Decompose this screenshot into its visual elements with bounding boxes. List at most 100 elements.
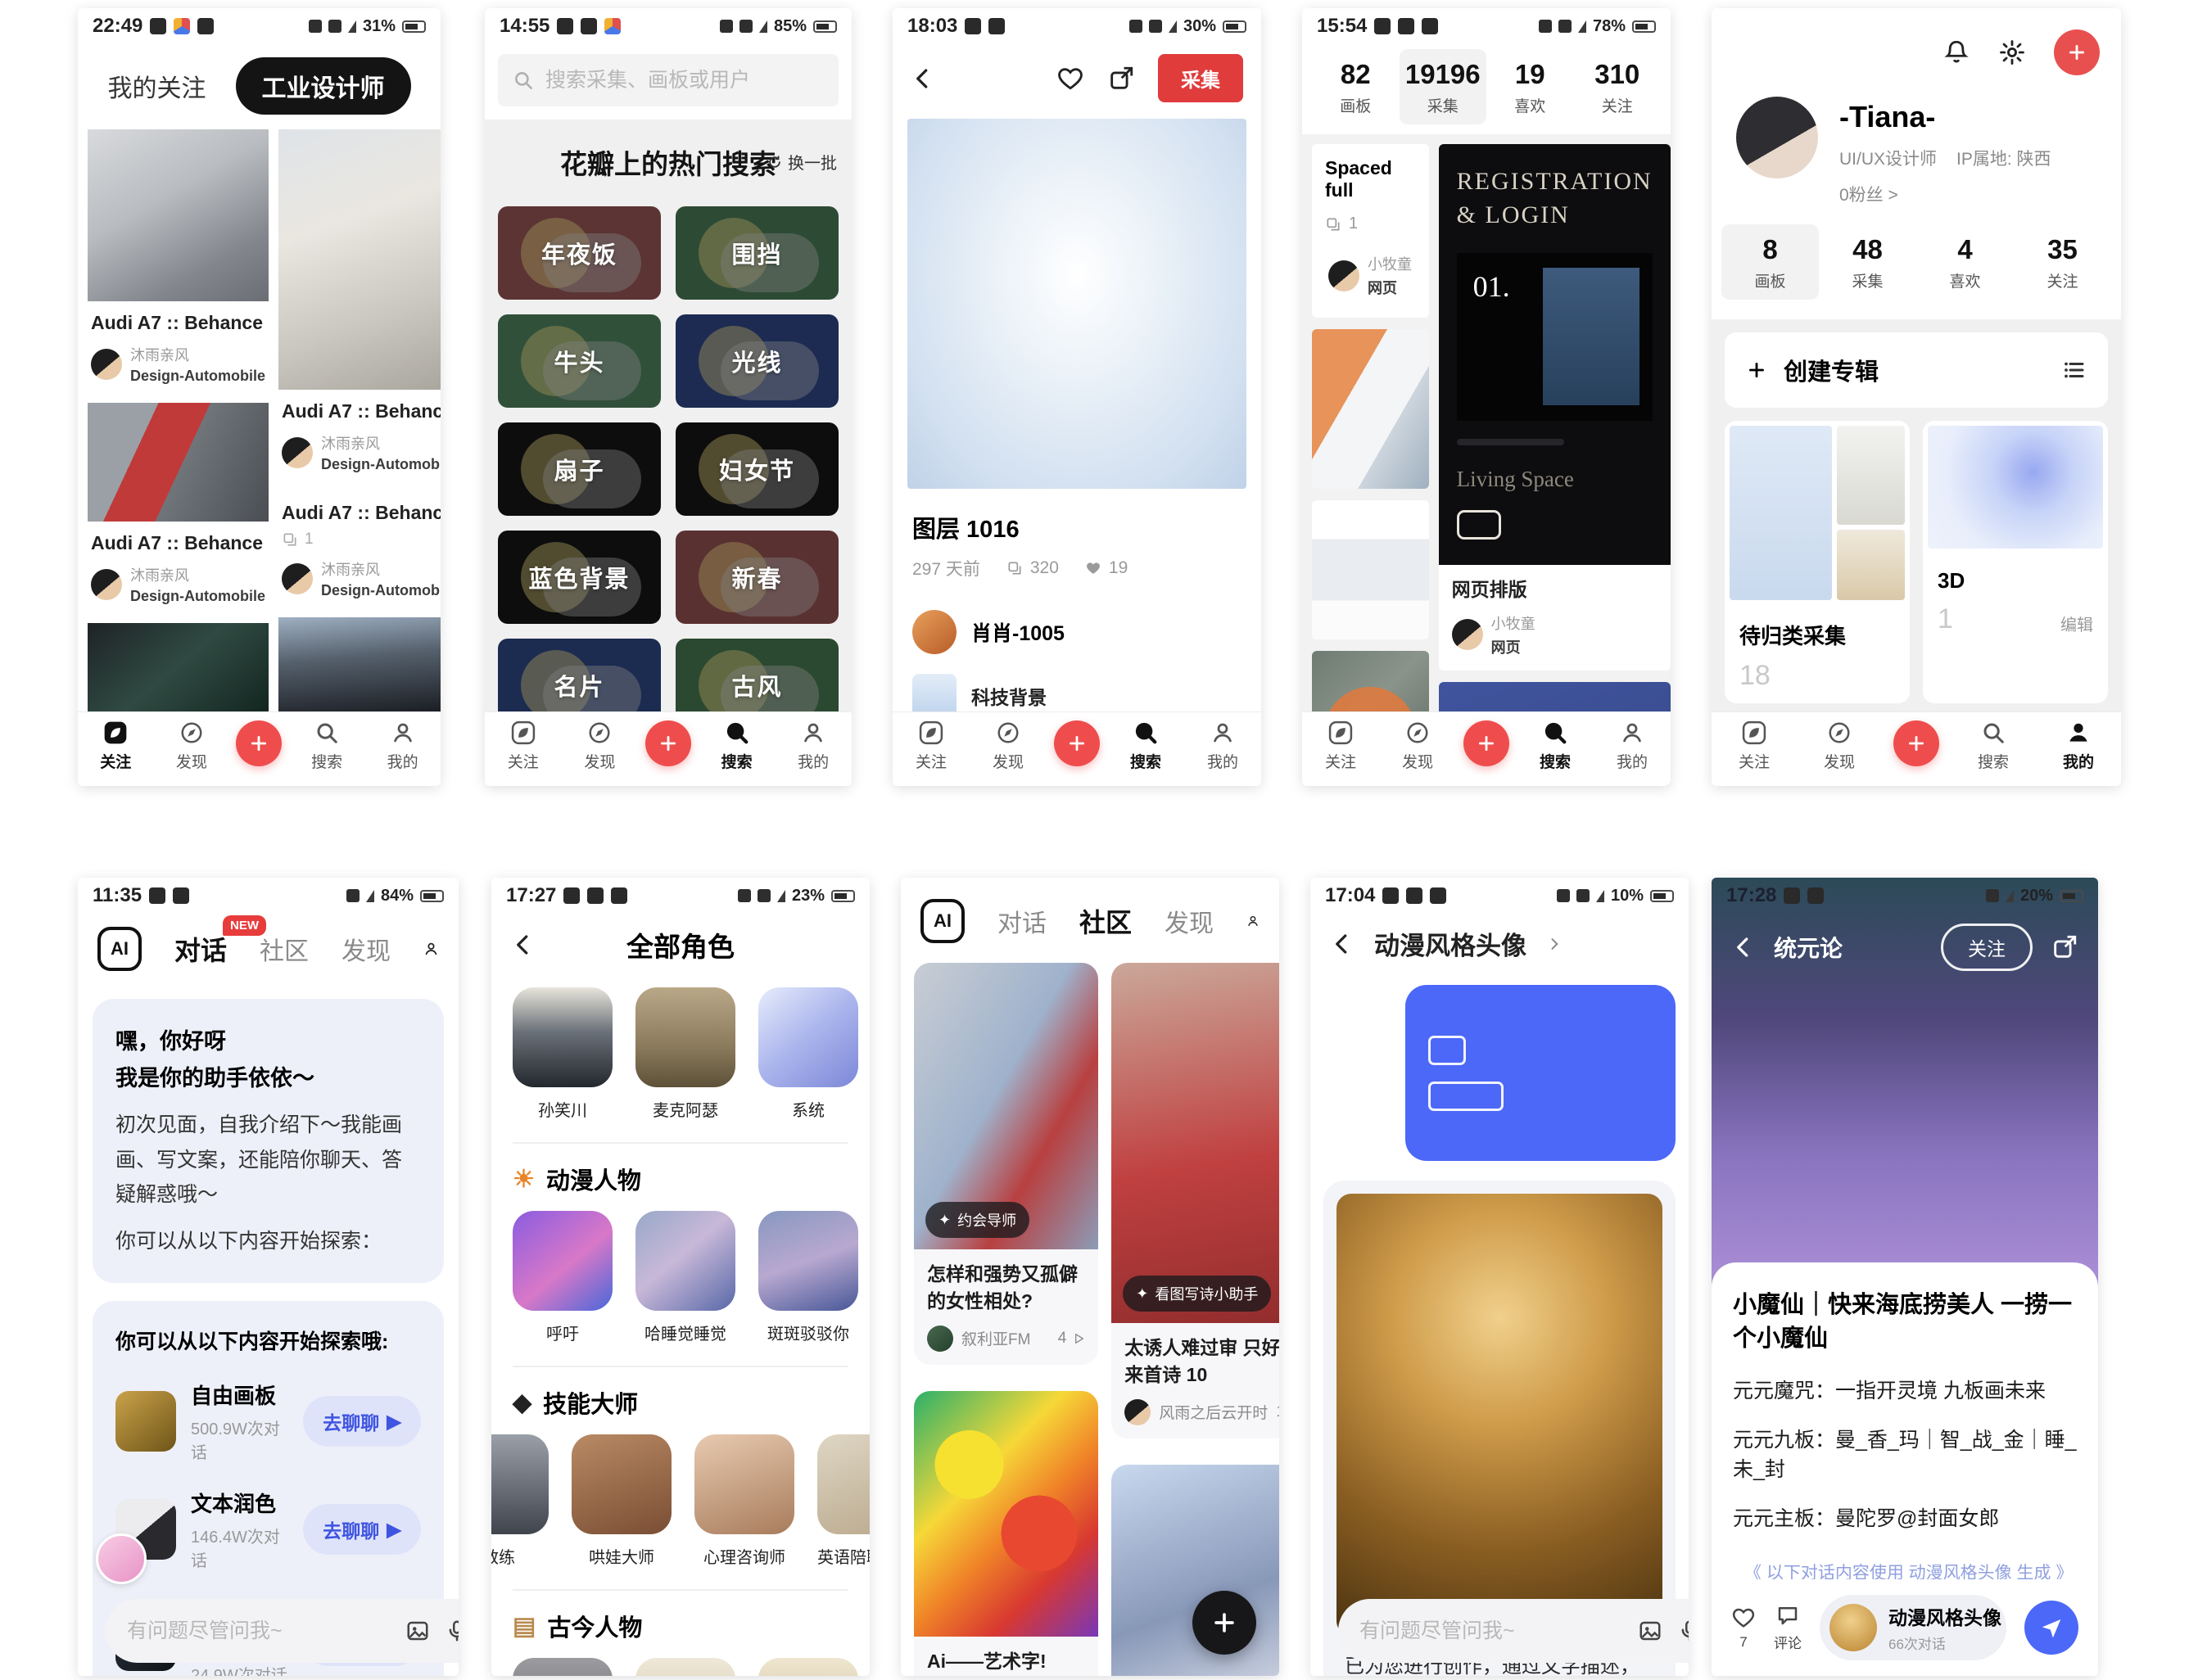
nav-follow[interactable]: 关注 [1723,720,1785,772]
message-input[interactable] [1359,1619,1623,1643]
role-item[interactable]: 斑斑驳驳你 [758,1211,858,1344]
stat-follows[interactable]: 310关注 [1574,49,1662,124]
nav-search[interactable]: 搜索 [1524,720,1586,772]
nav-mine[interactable]: 我的 [782,720,844,772]
board-name[interactable]: Design-Automobile [321,582,441,599]
new-post-button[interactable] [1192,1591,1256,1655]
role-item[interactable]: 麦克阿瑟 [635,987,735,1121]
like-action[interactable]: 7 [1731,1605,1756,1651]
avatar[interactable] [1736,97,1818,178]
nav-search[interactable]: 搜索 [706,720,768,772]
collect-count[interactable]: 1 [278,527,441,552]
heart-icon[interactable] [1056,65,1084,93]
hot-tile[interactable]: 牛头 [498,314,661,408]
person-icon[interactable] [1246,907,1260,935]
avatar[interactable] [927,1325,953,1352]
hot-tile[interactable]: 围挡 [676,206,839,300]
nav-follow[interactable]: 关注 [1309,720,1372,772]
stat-likes[interactable]: 19喜欢 [1486,49,1574,124]
image-icon[interactable] [405,1619,430,1643]
nav-follow[interactable]: 关注 [900,720,962,772]
album-card[interactable]: 待归类采集 18 [1725,421,1910,703]
avatar[interactable] [912,610,957,654]
back-icon[interactable] [911,66,935,91]
suggestion-item[interactable]: 自由画板500.9W次对话 去聊聊▶ [115,1380,421,1463]
nav-discover[interactable]: 发现 [161,720,223,772]
go-chat-button[interactable]: 去聊聊▶ [303,1396,421,1447]
pin-card[interactable]: Audi A7 :: Behance 1 沐雨亲风Design-Automobi… [278,491,441,606]
pin-card[interactable]: Spaced full 1 小牧童网页 [1312,144,1429,318]
person-icon[interactable] [423,935,439,963]
tab-chat[interactable]: 对话 [997,903,1047,939]
author-name[interactable]: 小牧童 [1368,253,1412,274]
chat-title[interactable]: 动漫风格头像 [1374,925,1526,962]
pin-card[interactable] [1312,329,1429,489]
comment-action[interactable]: 评论 [1774,1603,1802,1652]
stat-pins[interactable]: 19196采集 [1400,49,1487,124]
search-bar[interactable] [498,54,839,106]
back-icon[interactable] [1731,935,1756,960]
refresh-batch-button[interactable]: 换一批 [767,150,837,174]
suggestion-item[interactable]: 文本润色146.4W次对话 去聊聊▶ [115,1488,421,1571]
avatar[interactable] [91,349,122,380]
pin-image[interactable] [1312,329,1429,489]
pin-card[interactable]: Audi A7 :: Behance 沐雨亲风Design-Automobile [88,403,269,612]
post-card[interactable]: Ai——艺术字! 花言一语1619 [914,1391,1098,1676]
role-item[interactable]: 哄娃大师 [572,1434,672,1568]
stat-likes[interactable]: 4喜欢 [1916,224,2014,300]
hot-tile[interactable]: 蓝色背景 [498,531,661,624]
nav-search[interactable]: 搜索 [1115,720,1177,772]
role-item[interactable]: 心理咨询师 [694,1434,794,1568]
hot-tile[interactable]: 新春 [676,531,839,624]
post-author[interactable]: 叙利亚FM [961,1327,1030,1349]
avatar[interactable] [1328,260,1359,291]
stat-pins[interactable]: 48采集 [1819,224,1916,300]
share-icon[interactable] [2051,933,2078,961]
share-icon[interactable] [1107,65,1135,93]
author-name[interactable]: 沐雨亲风 [321,558,441,580]
role-item[interactable]: 百科苏轼 [758,1658,858,1676]
profile-fans[interactable]: 0粉丝 > [1839,182,2051,206]
ai-logo-icon[interactable]: AI [920,899,965,943]
role-item[interactable]: 呼吁 [513,1211,613,1344]
ai-logo-icon[interactable]: AI [97,927,142,971]
pin-image[interactable] [907,119,1246,489]
avatar[interactable] [282,563,313,594]
role-item[interactable]: 英语陪聊Hanna [817,1434,870,1568]
pin-image[interactable]: REGISTRATION & LOGIN 01. Living Space [1439,144,1671,565]
nav-mine[interactable]: 我的 [2047,720,2110,772]
board-name[interactable]: Design-Automobile [321,456,441,473]
assistant-sticker-avatar[interactable] [96,1533,147,1584]
board-name[interactable]: 网页 [1491,636,1535,657]
create-album-button[interactable]: 创建专辑 [1725,332,2108,408]
board-name[interactable]: 网页 [1368,277,1412,298]
generated-image[interactable] [1336,1194,1662,1636]
stat-boards[interactable]: 82画板 [1312,49,1400,124]
nav-mine[interactable]: 我的 [372,720,434,772]
image-icon[interactable] [1638,1619,1662,1643]
nav-discover[interactable]: 发现 [1386,720,1449,772]
hot-tile[interactable]: 妇女节 [676,422,839,516]
board-name[interactable]: Design-Automobile [130,368,265,385]
nav-discover[interactable]: 发现 [568,720,631,772]
role-item[interactable]: 百科鲁迅 [635,1658,735,1676]
tab-community[interactable]: 社区 [1079,902,1132,940]
pin-author-row[interactable]: 肖肖-1005 [893,582,1261,657]
role-badge[interactable]: ✦看图写诗小助手 [1123,1276,1271,1312]
album-card[interactable]: 3D 1编辑 [1923,421,2108,703]
message-input[interactable] [127,1619,391,1643]
list-view-icon[interactable] [2062,358,2087,382]
author-name[interactable]: 沐雨亲风 [130,564,265,585]
mic-icon[interactable] [1677,1619,1689,1643]
role-item[interactable]: 孙笑川 [513,987,613,1121]
post-image[interactable] [1111,1465,1279,1676]
author-name[interactable]: 沐雨亲风 [321,432,441,454]
pin-card[interactable]: Audi A7 :: Behance 沐雨亲风Design-Automobile [278,129,441,480]
nav-create-button[interactable] [645,720,691,766]
board-name[interactable]: Design-Automobile [130,588,265,605]
back-icon[interactable] [1330,932,1355,956]
hot-tile[interactable]: 年夜饭 [498,206,661,300]
avatar[interactable] [91,569,122,600]
create-button[interactable] [2054,29,2100,75]
pin-image[interactable] [278,129,441,390]
